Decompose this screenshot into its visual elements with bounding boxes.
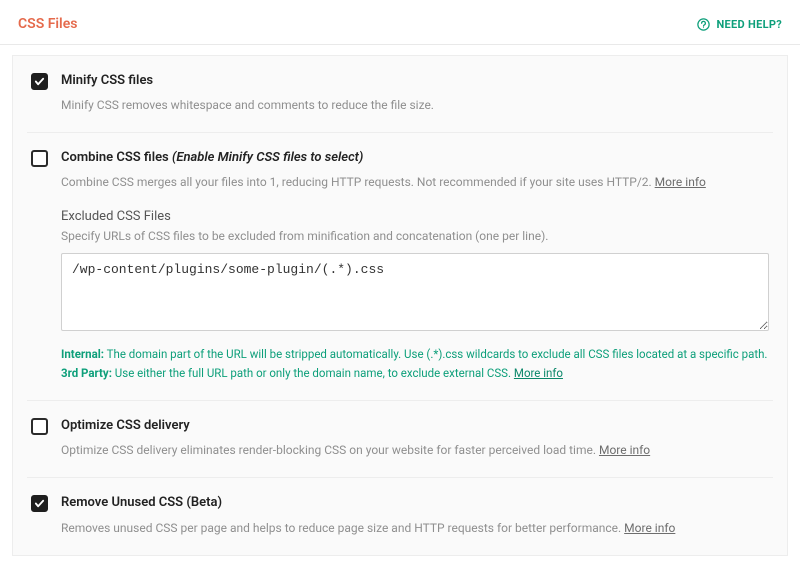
help-icon (696, 17, 711, 32)
check-icon (34, 498, 45, 509)
excluded-more-info-link[interactable]: More info (514, 366, 563, 380)
combine-css-hint: (Enable Minify CSS files to select) (172, 150, 363, 165)
options-panel: Minify CSS files Minify CSS removes whit… (12, 55, 788, 556)
checkbox-minify-css[interactable] (31, 73, 48, 90)
excluded-css-label: Excluded CSS Files (61, 209, 769, 224)
note-internal-label: Internal: (61, 347, 104, 361)
section-header: CSS Files NEED HELP? (0, 0, 800, 45)
excluded-css-desc: Specify URLs of CSS files to be excluded… (61, 229, 769, 243)
excluded-css-block: Excluded CSS Files Specify URLs of CSS f… (61, 209, 769, 382)
remove-unused-css-desc-text: Removes unused CSS per page and helps to… (61, 521, 624, 535)
option-remove-unused-css: Remove Unused CSS (Beta) Removes unused … (27, 478, 773, 554)
optimize-css-desc-text: Optimize CSS delivery eliminates render-… (61, 443, 599, 457)
optimize-css-label: Optimize CSS delivery (61, 417, 769, 435)
checkbox-remove-unused-css[interactable] (31, 495, 48, 512)
excluded-css-textarea[interactable] (61, 253, 769, 331)
combine-css-label: Combine CSS files (Enable Minify CSS fil… (61, 149, 769, 167)
combine-css-desc: Combine CSS merges all your files into 1… (61, 173, 769, 191)
option-minify-css: Minify CSS files Minify CSS removes whit… (27, 56, 773, 133)
minify-css-label: Minify CSS files (61, 72, 769, 90)
combine-css-label-text: Combine CSS files (61, 150, 172, 165)
remove-more-info-link[interactable]: More info (624, 521, 675, 535)
need-help-label: NEED HELP? (717, 18, 783, 31)
note-internal-text: The domain part of the URL will be strip… (104, 347, 767, 361)
checkbox-combine-css[interactable] (31, 150, 48, 167)
checkbox-optimize-css[interactable] (31, 418, 48, 435)
combine-more-info-link[interactable]: More info (655, 175, 706, 189)
remove-unused-css-label: Remove Unused CSS (Beta) (61, 494, 769, 512)
optimize-more-info-link[interactable]: More info (599, 443, 650, 457)
note-3rd-party-label: 3rd Party: (61, 366, 112, 380)
optimize-css-desc: Optimize CSS delivery eliminates render-… (61, 441, 769, 459)
section-title: CSS Files (18, 16, 77, 32)
excluded-css-notes: Internal: The domain part of the URL wil… (61, 345, 769, 382)
need-help-link[interactable]: NEED HELP? (696, 17, 783, 32)
minify-css-desc: Minify CSS removes whitespace and commen… (61, 96, 769, 114)
option-combine-css: Combine CSS files (Enable Minify CSS fil… (27, 133, 773, 401)
combine-css-desc-text: Combine CSS merges all your files into 1… (61, 175, 655, 189)
remove-unused-css-desc: Removes unused CSS per page and helps to… (61, 519, 769, 537)
check-icon (34, 76, 45, 87)
option-optimize-css: Optimize CSS delivery Optimize CSS deliv… (27, 401, 773, 478)
note-3rd-party-text: Use either the full URL path or only the… (112, 366, 514, 380)
